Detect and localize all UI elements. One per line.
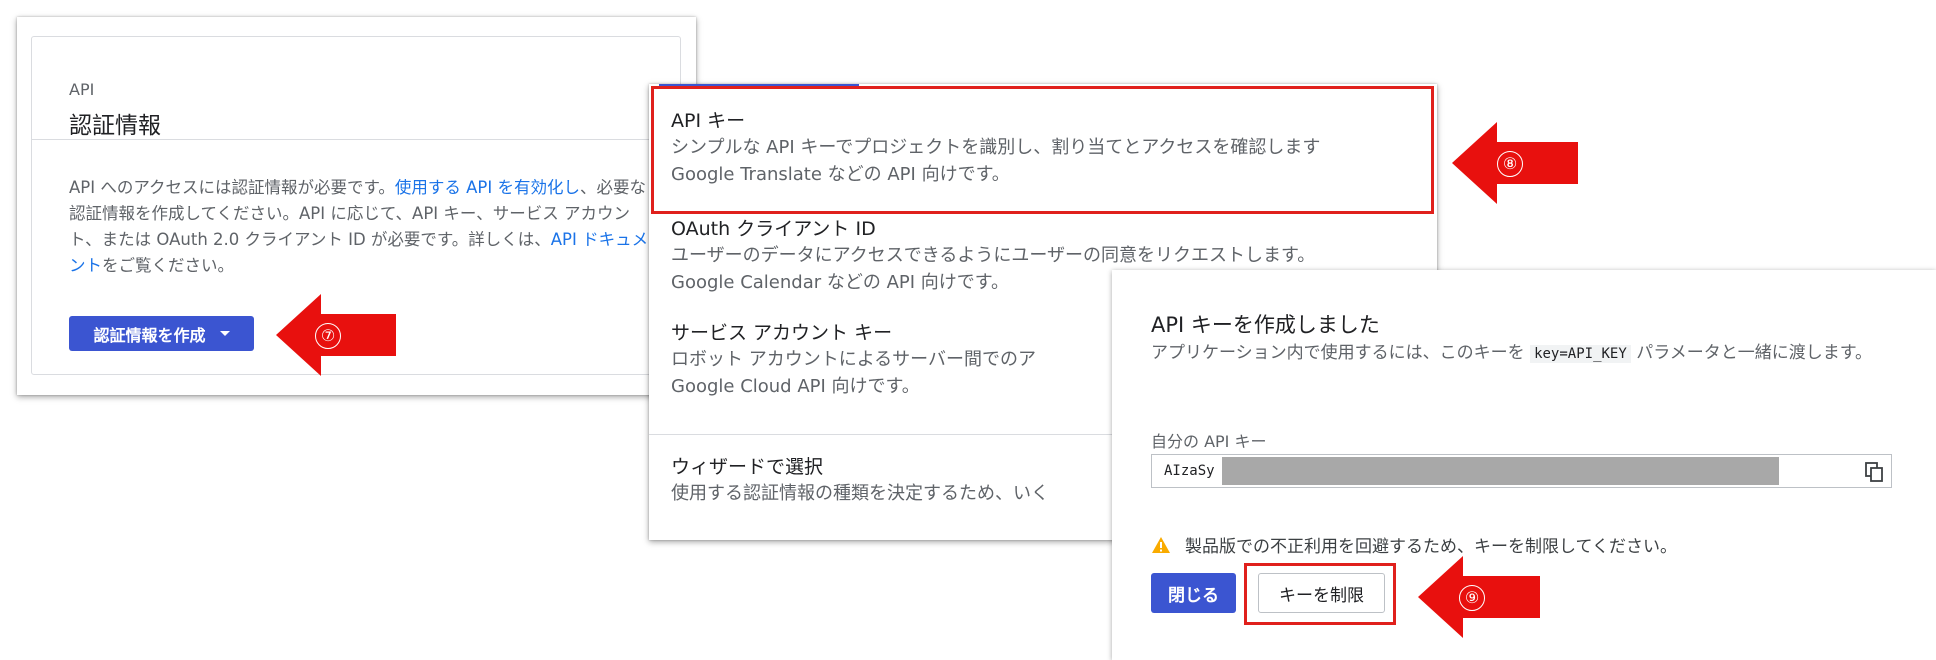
close-button[interactable]: 閉じる (1151, 573, 1236, 613)
highlight-box-restrict-key (1244, 563, 1396, 625)
card-header: API 認証情報 (32, 37, 680, 140)
redacted-key-region (1222, 457, 1779, 485)
description-text: API へのアクセスには認証情報が必要です。 (69, 178, 395, 197)
callout-arrow-8: ⑧ (1452, 122, 1578, 204)
step-number: ⑧ (1497, 151, 1523, 177)
description-text: パラメータと一緒に渡します。 (1630, 343, 1872, 363)
section-eyebrow: API (69, 80, 95, 99)
api-key-value: AIzaSy (1164, 463, 1215, 479)
dialog-description: アプリケーション内で使用するには、このキーを key=API_KEY パラメータ… (1151, 340, 1891, 368)
warning-text: 製品版での不正利用を回避するため、キーを制限してください。 (1185, 537, 1677, 557)
page-title: 認証情報 (69, 113, 161, 139)
api-key-label: 自分の API キー (1151, 432, 1267, 451)
callout-arrow-9: ⑨ (1418, 556, 1540, 638)
caret-down-icon (219, 331, 230, 336)
dialog-title: API キーを作成しました (1151, 313, 1380, 337)
description-text: アプリケーション内で使用するには、このキーを (1151, 343, 1531, 363)
description-text: をご覧ください。 (102, 256, 234, 275)
menu-item-desc: ユーザーのデータにアクセスできるようにユーザーの同意をリクエストします。 (671, 245, 1316, 266)
create-credentials-button[interactable]: 認証情報を作成 (69, 316, 254, 351)
create-credentials-label: 認証情報を作成 (93, 325, 206, 345)
copy-icon[interactable] (1865, 462, 1883, 482)
highlight-box-api-key (651, 86, 1434, 214)
warning-icon (1152, 536, 1170, 553)
enable-api-link[interactable]: 使用する API を有効化し (395, 178, 580, 197)
menu-item-title: OAuth クライアント ID (671, 218, 876, 240)
arrow-head (1452, 122, 1497, 204)
arrow-head (1418, 556, 1463, 638)
restriction-warning: 製品版での不正利用を回避するため、キーを制限してください。 (1151, 532, 1677, 557)
key-param-code: key=API_KEY (1530, 345, 1631, 363)
api-key-field[interactable]: AIzaSy (1151, 454, 1892, 488)
credentials-description: API へのアクセスには認証情報が必要です。使用する API を有効化し、必要な… (69, 175, 659, 279)
step-number: ⑦ (315, 323, 341, 349)
step-number: ⑨ (1459, 585, 1485, 611)
callout-arrow-7: ⑦ (276, 294, 396, 376)
